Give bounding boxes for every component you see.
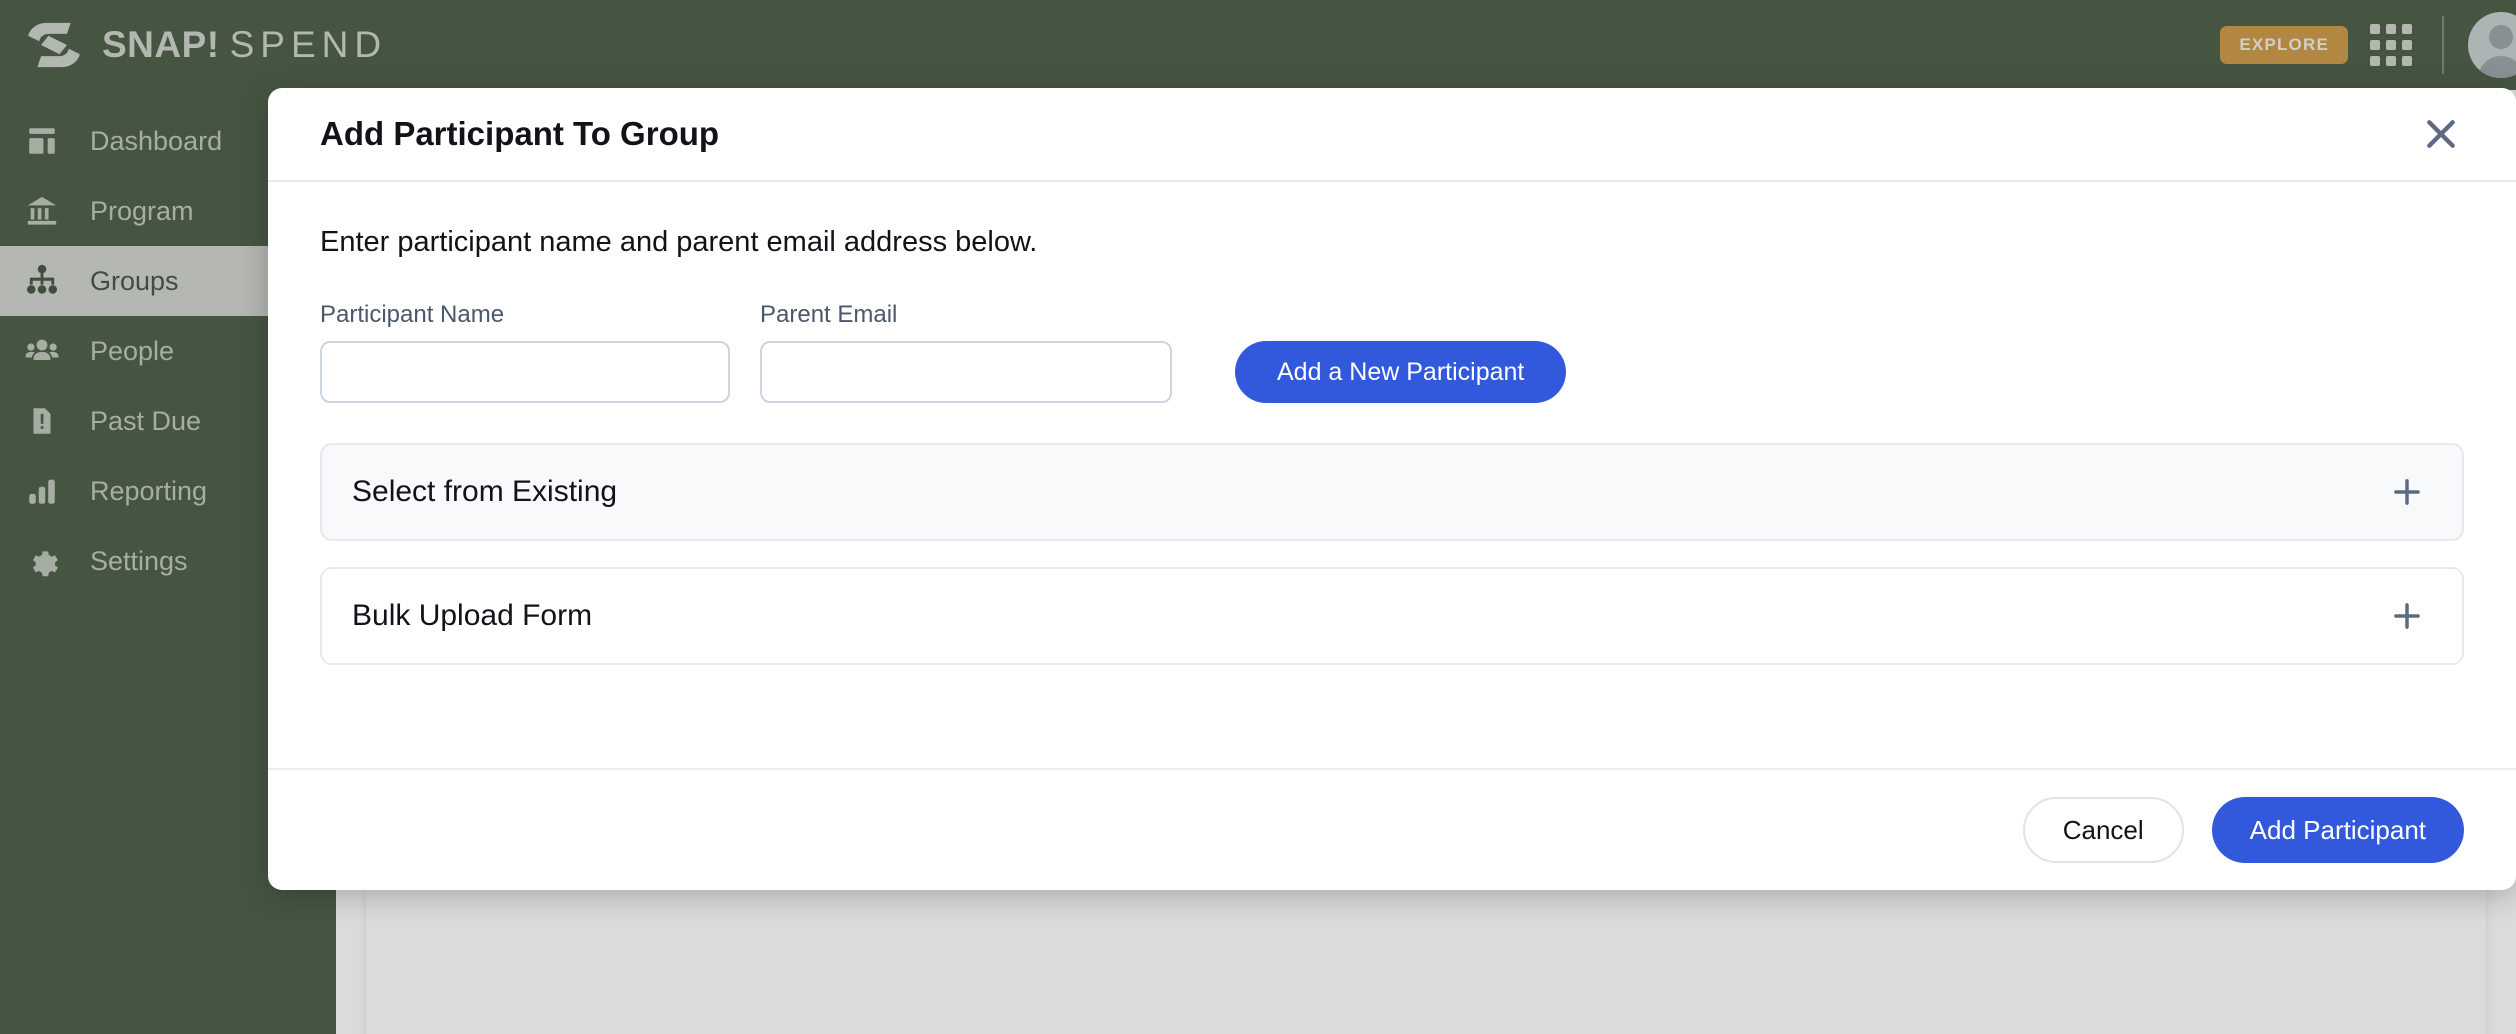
app-root: SNAP! SPEND EXPLORE Dashboard Program Gr… (0, 0, 2516, 1034)
parent-email-field-group: Parent Email (760, 301, 1172, 403)
accordion-label: Select from Existing (352, 475, 618, 508)
parent-email-label: Parent Email (760, 301, 898, 328)
participant-name-input[interactable] (320, 341, 730, 403)
add-participant-submit-button[interactable]: Add Participant (2211, 797, 2464, 863)
modal-body: Enter participant name and parent email … (268, 182, 2516, 768)
participant-name-field-group: Participant Name (320, 301, 730, 403)
add-participant-modal: Add Participant To Group Enter participa… (268, 88, 2516, 890)
parent-email-input[interactable] (760, 341, 1172, 403)
close-x-icon[interactable] (2414, 107, 2468, 161)
accordion-select-from-existing[interactable]: Select from Existing (320, 443, 2464, 541)
accordion-bulk-upload-form[interactable]: Bulk Upload Form (320, 567, 2464, 665)
modal-title: Add Participant To Group (320, 115, 720, 152)
modal-header: Add Participant To Group (268, 88, 2516, 182)
plus-icon (2388, 473, 2426, 511)
add-new-participant-button[interactable]: Add a New Participant (1235, 341, 1567, 403)
modal-instruction-text: Enter participant name and parent email … (320, 226, 1038, 258)
accordion-label: Bulk Upload Form (352, 599, 593, 632)
participant-name-label: Participant Name (320, 301, 505, 328)
cancel-button[interactable]: Cancel (2022, 797, 2184, 863)
new-participant-form-row: Participant Name Parent Email Add a New … (320, 301, 2464, 403)
plus-icon (2388, 597, 2426, 635)
modal-footer: Cancel Add Participant (268, 768, 2516, 890)
